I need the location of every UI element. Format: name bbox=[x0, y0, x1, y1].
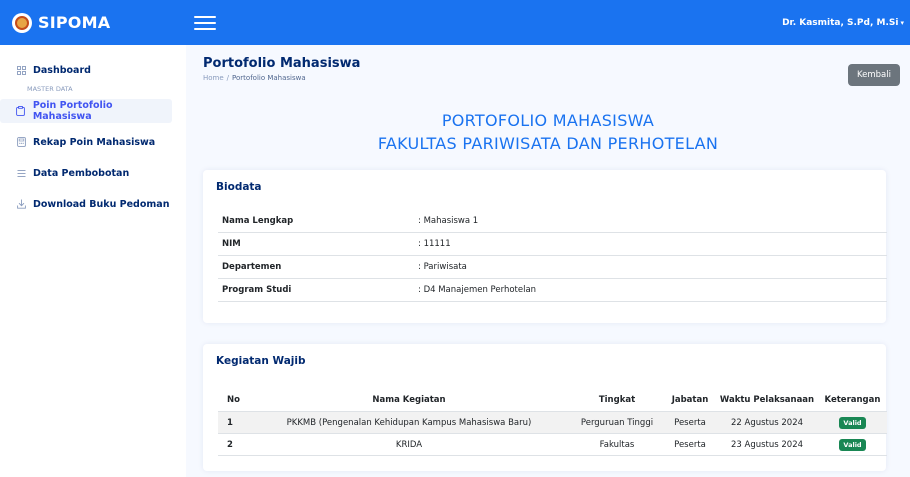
column-header: No bbox=[227, 395, 240, 405]
table-row: 2 KRIDA Fakultas Peserta 23 Agustus 2024… bbox=[218, 433, 887, 455]
activity-level: Perguruan Tinggi bbox=[580, 417, 654, 428]
calculator-icon bbox=[16, 137, 26, 147]
activity-date: 22 Agustus 2024 bbox=[730, 417, 804, 428]
column-header: Jabatan bbox=[671, 395, 709, 405]
heading-line-2: FAKULTAS PARIWISATA DAN PERHOTELAN bbox=[377, 134, 719, 153]
field-value: : 11111 bbox=[418, 239, 451, 249]
sidebar-item-poin-portofolio[interactable]: Poin Portofolio Mahasiswa bbox=[0, 99, 172, 123]
kegiatan-table: No Nama Kegiatan Tingkat Jabatan Waktu P… bbox=[218, 389, 887, 456]
grid-icon bbox=[16, 65, 26, 75]
status-badge: Valid bbox=[839, 438, 866, 451]
sidebar-item-label: Download Buku Pedoman bbox=[33, 198, 170, 210]
breadcrumb: Home / Portofolio Mahasiswa bbox=[203, 74, 306, 82]
sidebar-item-label: Data Pembobotan bbox=[33, 167, 130, 179]
table-row: 1 PKKMB (Pengenalan Kehidupan Kampus Mah… bbox=[218, 411, 887, 433]
activity-role: Peserta bbox=[674, 417, 706, 428]
status-badge: Valid bbox=[839, 416, 866, 429]
activity-role: Peserta bbox=[674, 439, 706, 450]
sidebar-item-download-buku[interactable]: Download Buku Pedoman bbox=[0, 192, 186, 216]
brand-name: SIPOMA bbox=[38, 13, 111, 32]
card-title: Kegiatan Wajib bbox=[216, 355, 306, 367]
activity-name: PKKMB (Pengenalan Kehidupan Kampus Mahas… bbox=[286, 417, 532, 428]
sidebar-item-dashboard[interactable]: Dashboard bbox=[0, 58, 186, 82]
sidebar-item-rekap-poin[interactable]: Rekap Poin Mahasiswa bbox=[0, 130, 186, 154]
card-title: Biodata bbox=[216, 181, 262, 193]
field-value: : D4 Manajemen Perhotelan bbox=[418, 285, 537, 295]
column-header: Tingkat bbox=[598, 395, 636, 405]
activity-name: KRIDA bbox=[395, 439, 423, 450]
kegiatan-wajib-card: Kegiatan Wajib No Nama Kegiatan Tingkat … bbox=[203, 344, 887, 471]
activity-level: Fakultas bbox=[599, 439, 635, 450]
table-row: Nama Lengkap : Mahasiswa 1 bbox=[218, 210, 887, 233]
nav-heading: MASTER DATA bbox=[27, 85, 73, 93]
sidebar-item-label: Rekap Poin Mahasiswa bbox=[33, 136, 156, 148]
column-header: Nama Kegiatan bbox=[372, 395, 446, 405]
brand[interactable]: SIPOMA bbox=[0, 0, 186, 45]
breadcrumb-home[interactable]: Home bbox=[203, 74, 224, 82]
table-row: NIM : 11111 bbox=[218, 233, 887, 256]
user-name: Dr. Kasmita, S.Pd, M.Si bbox=[782, 17, 899, 28]
field-label: Nama Lengkap bbox=[222, 216, 294, 226]
field-value: : Mahasiswa 1 bbox=[418, 216, 479, 226]
user-menu[interactable]: Dr. Kasmita, S.Pd, M.Si ▾ bbox=[782, 0, 904, 45]
logo-icon bbox=[12, 12, 32, 33]
clipboard-icon bbox=[16, 106, 26, 116]
breadcrumb-separator: / bbox=[226, 74, 230, 82]
status-cell: Valid bbox=[818, 416, 887, 429]
table-header: No Nama Kegiatan Tingkat Jabatan Waktu P… bbox=[218, 389, 887, 411]
activity-date: 23 Agustus 2024 bbox=[730, 439, 804, 450]
page-title: Portofolio Mahasiswa bbox=[203, 56, 361, 71]
column-header: Keterangan bbox=[824, 395, 881, 405]
table-row: Departemen : Pariwisata bbox=[218, 256, 887, 279]
sidebar-item-label: Poin Portofolio Mahasiswa bbox=[32, 100, 113, 122]
field-label: Departemen bbox=[222, 262, 282, 272]
caret-down-icon: ▾ bbox=[900, 18, 904, 27]
top-navbar: SIPOMA Dr. Kasmita, S.Pd, M.Si ▾ bbox=[0, 0, 910, 45]
biodata-table: Nama Lengkap : Mahasiswa 1 NIM : 11111 D… bbox=[218, 210, 887, 302]
main-content: Portofolio Mahasiswa Home / Portofolio Mah… bbox=[186, 45, 910, 477]
column-header: Waktu Pelaksanaan bbox=[719, 395, 815, 405]
field-value: : Pariwisata bbox=[418, 262, 467, 272]
field-label: Program Studi bbox=[222, 285, 292, 295]
menu-toggle-icon[interactable] bbox=[194, 15, 216, 30]
download-icon bbox=[16, 199, 26, 209]
row-number: 2 bbox=[227, 439, 233, 450]
table-row: Program Studi : D4 Manajemen Perhotelan bbox=[218, 279, 887, 302]
status-cell: Valid bbox=[818, 438, 887, 451]
heading-line-1: PORTOFOLIO MAHASISWA bbox=[441, 111, 655, 130]
breadcrumb-current: Portofolio Mahasiswa bbox=[232, 74, 306, 82]
sidebar: Dashboard MASTER DATA Poin Portofolio Ma… bbox=[0, 45, 186, 477]
row-number: 1 bbox=[227, 417, 233, 428]
sidebar-item-data-pembobotan[interactable]: Data Pembobotan bbox=[0, 161, 186, 185]
field-label: NIM bbox=[222, 239, 241, 249]
back-button[interactable]: Kembali bbox=[848, 64, 900, 86]
list-icon bbox=[16, 168, 26, 178]
biodata-card: Biodata Nama Lengkap : Mahasiswa 1 NIM :… bbox=[203, 170, 887, 323]
sidebar-item-label: Dashboard bbox=[33, 64, 91, 76]
